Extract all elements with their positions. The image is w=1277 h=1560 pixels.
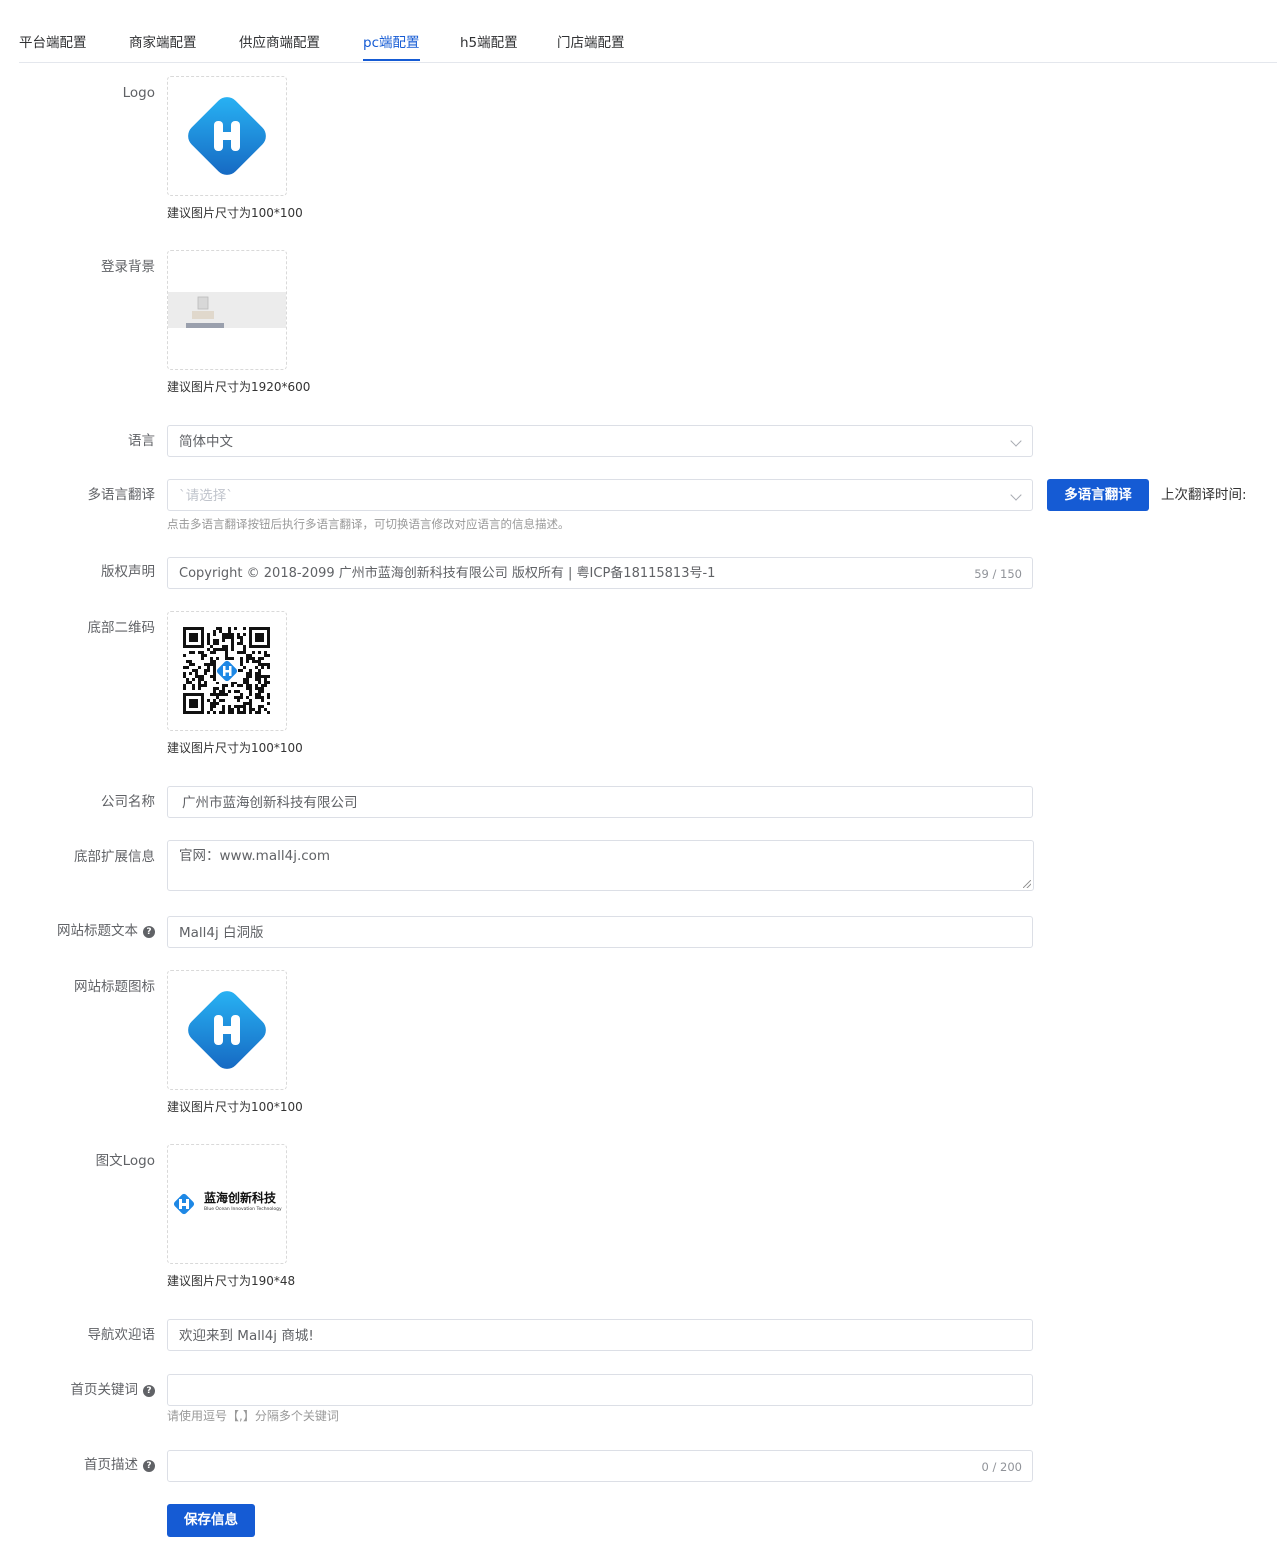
logo-hint: 建议图片尺寸为100*100 [167, 206, 303, 220]
tab-supplier[interactable]: 供应商端配置 [239, 35, 320, 51]
language-select[interactable]: 简体中文 [167, 425, 1033, 457]
site-title-input[interactable]: Mall4j 白洞版 [167, 916, 1033, 948]
resize-handle-icon[interactable] [1023, 880, 1031, 888]
language-label: 语言 [128, 433, 155, 449]
multi-lang-select[interactable]: `请选择` [167, 479, 1033, 511]
site-icon-image [188, 991, 266, 1069]
tab-platform[interactable]: 平台端配置 [19, 35, 87, 51]
nav-welcome-label: 导航欢迎语 [87, 1327, 156, 1343]
multi-lang-hint: 点击多语言翻译按钮后执行多语言翻译，可切换语言修改对应语言的信息描述。 [167, 517, 570, 531]
language-value: 简体中文 [179, 434, 233, 450]
chevron-down-icon [1010, 435, 1022, 447]
tab-h5[interactable]: h5端配置 [460, 35, 518, 51]
company-input[interactable]: 广州市蓝海创新科技有限公司 [167, 786, 1033, 818]
save-button[interactable]: 保存信息 [167, 1504, 255, 1537]
active-tab-indicator [363, 59, 420, 61]
text-logo-brand-en: Blue Ocean Innovation Technology [204, 1207, 282, 1212]
tab-pc[interactable]: pc端配置 [363, 35, 420, 51]
footer-ext-label: 底部扩展信息 [74, 849, 155, 865]
login-bg-image [168, 292, 286, 328]
company-label: 公司名称 [101, 794, 155, 810]
tab-store[interactable]: 门店端配置 [557, 35, 625, 51]
text-logo-mark [173, 1193, 195, 1215]
multi-lang-label: 多语言翻译 [87, 487, 156, 503]
copyright-count: 59 / 150 [974, 567, 1022, 581]
qrcode-upload[interactable] [167, 611, 287, 731]
qrcode-image [183, 627, 270, 714]
site-icon-upload[interactable] [167, 970, 287, 1090]
nav-welcome-input[interactable]: 欢迎来到 Mall4j 商城! [167, 1319, 1033, 1351]
logo-upload[interactable] [167, 76, 287, 196]
text-logo-label: 图文Logo [95, 1153, 155, 1169]
site-icon-label: 网站标题图标 [74, 979, 155, 995]
multi-lang-placeholder: `请选择` [179, 488, 233, 504]
keywords-input[interactable] [167, 1374, 1033, 1406]
help-icon[interactable]: ? [143, 1460, 155, 1472]
help-icon[interactable]: ? [143, 926, 155, 938]
site-title-label: 网站标题文本? [57, 923, 155, 939]
multi-lang-translate-button[interactable]: 多语言翻译 [1047, 479, 1149, 511]
login-bg-hint: 建议图片尺寸为1920*600 [167, 380, 311, 394]
logo-image [188, 97, 266, 175]
help-icon[interactable]: ? [143, 1385, 155, 1397]
text-logo-brand: 蓝海创新科技 [204, 1191, 277, 1205]
nav-welcome-value: 欢迎来到 Mall4j 商城! [179, 1328, 314, 1344]
company-value: 广州市蓝海创新科技有限公司 [182, 795, 358, 811]
text-logo-upload[interactable]: 蓝海创新科技 Blue Ocean Innovation Technology [167, 1144, 287, 1264]
chevron-down-icon [1010, 489, 1022, 501]
keywords-label: 首页关键词? [71, 1382, 155, 1398]
description-input[interactable]: 0 / 200 [167, 1450, 1033, 1482]
login-bg-upload[interactable] [167, 250, 287, 370]
description-label: 首页描述? [84, 1457, 155, 1473]
site-icon-hint: 建议图片尺寸为100*100 [167, 1100, 303, 1114]
text-logo-hint: 建议图片尺寸为190*48 [167, 1274, 296, 1288]
login-bg-label: 登录背景 [101, 259, 155, 275]
qrcode-label: 底部二维码 [87, 620, 156, 636]
description-count: 0 / 200 [981, 1460, 1022, 1474]
copyright-value: Copyright © 2018-2099 广州市蓝海创新科技有限公司 版权所有… [179, 566, 716, 581]
logo-label: Logo [122, 85, 155, 101]
keywords-hint: 请使用逗号【,】分隔多个关键词 [167, 1409, 339, 1423]
footer-ext-textarea[interactable]: 官网：www.mall4j.com [167, 840, 1034, 891]
site-title-value: Mall4j 白洞版 [179, 925, 264, 941]
tab-merchant[interactable]: 商家端配置 [129, 35, 197, 51]
last-translate-time: 上次翻译时间: [1161, 487, 1247, 503]
footer-ext-value: 官网：www.mall4j.com [179, 848, 331, 864]
copyright-label: 版权声明 [101, 564, 155, 580]
copyright-input[interactable]: Copyright © 2018-2099 广州市蓝海创新科技有限公司 版权所有… [167, 557, 1033, 589]
config-tabs: 平台端配置 商家端配置 供应商端配置 pc端配置 h5端配置 门店端配置 [19, 0, 1277, 63]
qrcode-hint: 建议图片尺寸为100*100 [167, 741, 303, 755]
